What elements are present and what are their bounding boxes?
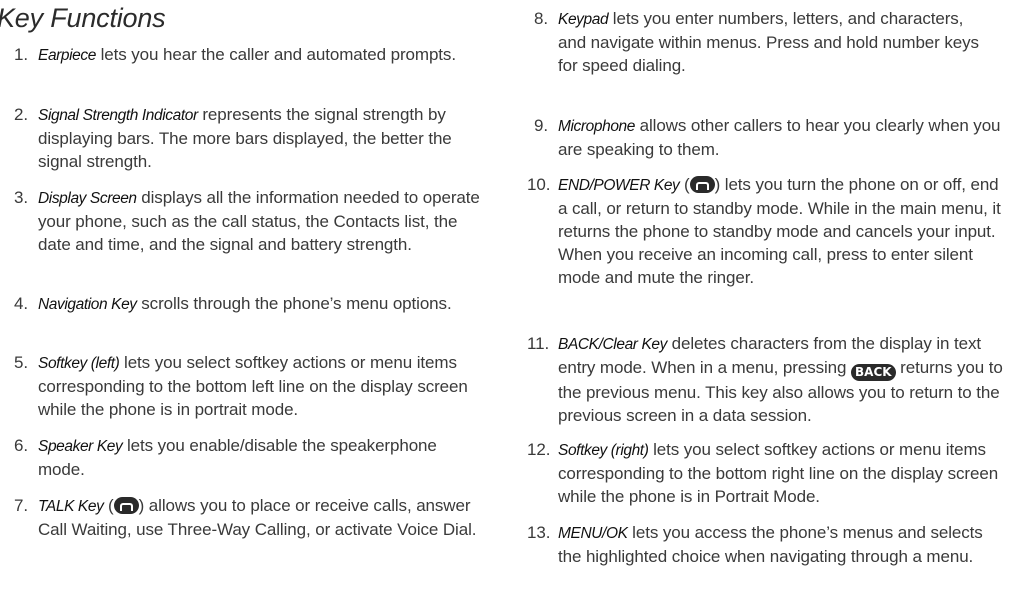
item-number: 5. — [14, 353, 28, 372]
item-term: Keypad — [558, 11, 609, 28]
item-term: Navigation Key — [38, 296, 137, 313]
list-item-earpiece: 1. Earpiece lets you hear the caller and… — [0, 43, 470, 67]
item-term: BACK/Clear Key — [558, 336, 667, 353]
item-term: Softkey (left) — [38, 355, 120, 372]
section-heading: Key Functions — [0, 3, 166, 33]
item-number: 11. — [527, 334, 550, 353]
item-number: 2. — [14, 105, 28, 124]
item-term: TALK Key — [38, 498, 104, 515]
list-item-keypad: 8. Keypad lets you enter numbers, letter… — [527, 7, 992, 77]
item-number: 7. — [14, 496, 28, 515]
talk-key-icon — [113, 497, 139, 514]
item-number: 8. — [534, 9, 548, 28]
item-number: 12. — [527, 440, 551, 459]
item-term: MENU/OK — [558, 525, 628, 542]
list-item-end-power-key: 10. END/POWER Key () lets you turn the p… — [527, 173, 1010, 289]
list-item-softkey-left: 5. Softkey (left) lets you select softke… — [0, 351, 495, 421]
item-number: 3. — [14, 188, 28, 207]
item-number: 4. — [14, 294, 28, 313]
item-number: 10. — [527, 175, 551, 194]
list-item-talk-key: 7. TALK Key () allows you to place or re… — [0, 494, 495, 541]
end-power-key-icon — [689, 176, 715, 193]
item-term: Microphone — [558, 118, 635, 135]
list-item-softkey-right: 12. Softkey (right) lets you select soft… — [527, 438, 1010, 508]
item-term: Signal Strength Indicator — [38, 107, 198, 124]
item-text: lets you hear the caller and automated p… — [95, 45, 456, 64]
list-item-speaker-key: 6. Speaker Key lets you enable/disable t… — [0, 434, 460, 481]
item-term: END/POWER Key — [558, 177, 680, 194]
item-text: lets you enter numbers, letters, and cha… — [558, 9, 979, 75]
list-item-display-screen: 3. Display Screen displays all the infor… — [0, 186, 490, 256]
item-number: 13. — [527, 523, 551, 542]
item-term: Earpiece — [38, 47, 96, 64]
list-item-back-clear-key: 11. BACK/Clear Key deletes characters fr… — [527, 332, 1010, 427]
list-item-menu-ok: 13. MENU/OK lets you access the phone’s … — [527, 521, 997, 568]
item-number: 6. — [14, 436, 28, 455]
item-term: Softkey (right) — [558, 442, 649, 459]
item-text: scrolls through the phone’s menu options… — [136, 294, 452, 313]
item-text: ( — [103, 496, 114, 515]
item-term: Display Screen — [38, 190, 137, 207]
list-item-navigation-key: 4. Navigation Key scrolls through the ph… — [0, 292, 470, 316]
item-number: 1. — [14, 45, 28, 64]
item-text: ( — [679, 175, 690, 194]
back-key-icon: BACK — [851, 364, 896, 381]
item-term: Speaker Key — [38, 438, 123, 455]
item-number: 9. — [534, 116, 548, 135]
list-item-microphone: 9. Microphone allows other callers to he… — [527, 114, 1010, 161]
list-item-signal-strength: 2. Signal Strength Indicator represents … — [0, 103, 470, 173]
